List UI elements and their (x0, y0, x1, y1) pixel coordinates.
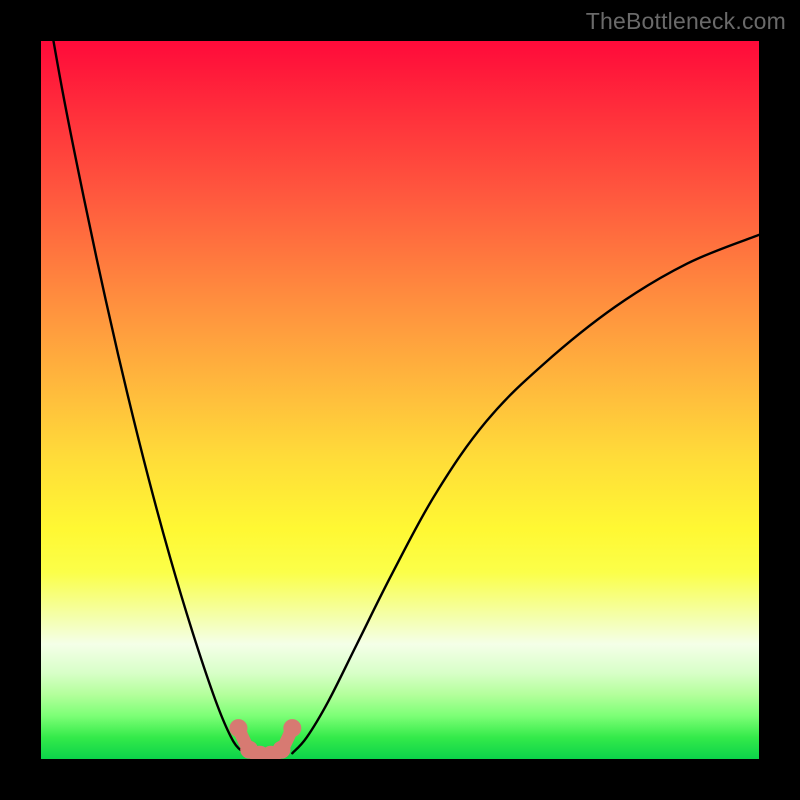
valley-marker-dot (273, 741, 291, 759)
plot-area (41, 41, 759, 759)
left-branch-curve (41, 41, 249, 753)
right-branch-curve (292, 235, 759, 753)
valley-marker-dot (229, 719, 247, 737)
chart-frame: TheBottleneck.com (0, 0, 800, 800)
watermark-text: TheBottleneck.com (586, 8, 786, 35)
valley-marker-dot (283, 719, 301, 737)
curve-layer (41, 41, 759, 759)
